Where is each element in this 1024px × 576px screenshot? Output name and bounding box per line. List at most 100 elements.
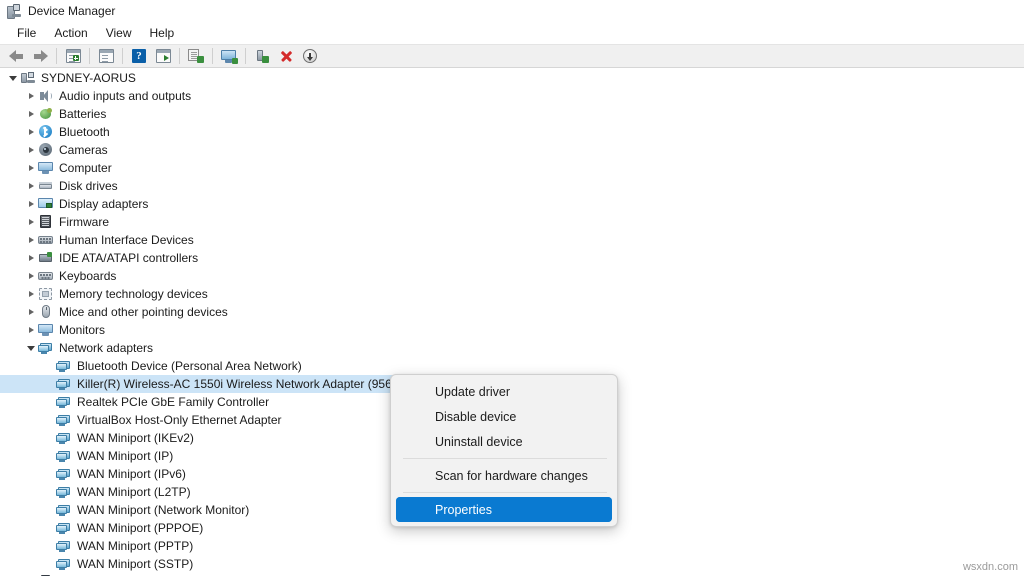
red-x-icon [279,49,293,63]
network-adapter-icon [56,466,72,482]
bluetooth-icon [38,124,54,140]
expander-spacer [42,429,56,447]
menu-help[interactable]: Help [141,23,184,43]
tree-row[interactable]: Audio inputs and outputs [0,87,1024,105]
expander-spacer [42,465,56,483]
tree-row[interactable]: Computer [0,159,1024,177]
expander-closed-icon[interactable] [24,177,38,195]
monitor-driver-icon [221,50,237,63]
computer-root-icon [20,70,36,86]
arrow-left-icon [9,50,24,63]
context-menu-item-properties[interactable]: Properties [396,497,612,522]
tree-row-label: Batteries [59,105,106,123]
menu-file[interactable]: File [8,23,45,43]
scan-for-hardware-changes-button[interactable] [185,46,207,66]
tree-row[interactable]: Memory technology devices [0,285,1024,303]
expander-closed-icon[interactable] [24,249,38,267]
ide-controller-icon [38,250,54,266]
expander-closed-icon[interactable] [24,303,38,321]
tree-row-label: IDE ATA/ATAPI controllers [59,249,198,267]
menu-view[interactable]: View [97,23,141,43]
tree-row[interactable]: Cameras [0,141,1024,159]
network-adapter-icon [56,394,72,410]
scan-hardware-icon [188,49,204,63]
expander-closed-icon[interactable] [24,123,38,141]
context-menu-item-uninstall-device[interactable]: Uninstall device [396,429,612,454]
forward-button[interactable] [29,46,51,66]
expander-spacer [42,375,56,393]
arrow-right-icon [33,50,48,63]
tree-row-label: Audio inputs and outputs [59,87,191,105]
tree-row[interactable]: Monitors [0,321,1024,339]
enable-device-button[interactable] [251,46,273,66]
tree-row-label: Bluetooth Device (Personal Area Network) [77,357,302,375]
help-button[interactable]: ? [128,46,150,66]
expander-closed-icon[interactable] [24,213,38,231]
tree-row-label: Cameras [59,141,108,159]
update-driver-button[interactable] [218,46,240,66]
expander-spacer [42,411,56,429]
expander-spacer [42,447,56,465]
tree-row[interactable]: Firmware [0,213,1024,231]
menu-action[interactable]: Action [45,23,96,43]
tree-row-label: WAN Miniport (SSTP) [77,555,193,573]
properties-button[interactable] [95,46,117,66]
context-menu-item-scan-for-hardware-changes[interactable]: Scan for hardware changes [396,463,612,488]
battery-icon [38,106,54,122]
expander-closed-icon[interactable] [24,105,38,123]
expander-closed-icon[interactable] [24,87,38,105]
down-arrow-circle-icon [303,49,317,63]
context-menu-item-disable-device[interactable]: Disable device [396,404,612,429]
expander-closed-icon[interactable] [24,159,38,177]
expander-closed-icon[interactable] [24,321,38,339]
expander-spacer [42,519,56,537]
tree-row[interactable]: Mice and other pointing devices [0,303,1024,321]
tree-row[interactable]: Keyboards [0,267,1024,285]
tree-row[interactable]: WAN Miniport (PPTP) [0,537,1024,555]
expander-spacer [42,393,56,411]
watermark: wsxdn.com [963,561,1018,573]
network-adapter-icon [56,376,72,392]
disable-device-button[interactable] [299,46,321,66]
tree-row[interactable]: Human Interface Devices [0,231,1024,249]
expander-closed-icon[interactable] [24,285,38,303]
uninstall-device-button[interactable] [275,46,297,66]
back-button[interactable] [5,46,27,66]
tree-row-label: Monitors [59,321,105,339]
console-tree-icon [66,49,81,63]
network-adapter-icon [56,448,72,464]
keyboard-icon [38,268,54,284]
expander-closed-icon[interactable] [24,231,38,249]
hid-icon [38,232,54,248]
toolbar-separator [56,48,57,64]
tree-row[interactable]: Batteries [0,105,1024,123]
tree-row-label: WAN Miniport (PPTP) [77,537,193,555]
tree-row[interactable]: Bluetooth [0,123,1024,141]
show-window-button[interactable] [152,46,174,66]
expander-open-icon[interactable] [6,69,20,87]
tree-row[interactable]: Bluetooth Device (Personal Area Network) [0,357,1024,375]
expander-open-icon[interactable] [24,339,38,357]
context-menu-item-update-driver[interactable]: Update driver [396,379,612,404]
show-hide-console-tree-button[interactable] [62,46,84,66]
expander-spacer [42,537,56,555]
tree-row[interactable]: SYDNEY-AORUS [0,69,1024,87]
toolbar-separator [89,48,90,64]
speaker-icon [38,88,54,104]
tree-row-label: Firmware [59,213,109,231]
title-bar: Device Manager [0,0,1024,22]
tree-row[interactable]: WAN Miniport (SSTP) [0,555,1024,573]
tree-row[interactable]: Disk drives [0,177,1024,195]
expander-spacer [42,501,56,519]
tree-row-label: WAN Miniport (IPv6) [77,465,186,483]
toolbar-separator [212,48,213,64]
expander-closed-icon[interactable] [24,195,38,213]
window-play-icon [156,49,171,63]
network-adapter-icon [56,412,72,428]
expander-closed-icon[interactable] [24,141,38,159]
tree-row[interactable]: Network adapters [0,339,1024,357]
tree-row[interactable]: Display adapters [0,195,1024,213]
expander-closed-icon[interactable] [24,267,38,285]
tree-row[interactable]: IDE ATA/ATAPI controllers [0,249,1024,267]
tree-row-label: Computer [59,159,112,177]
